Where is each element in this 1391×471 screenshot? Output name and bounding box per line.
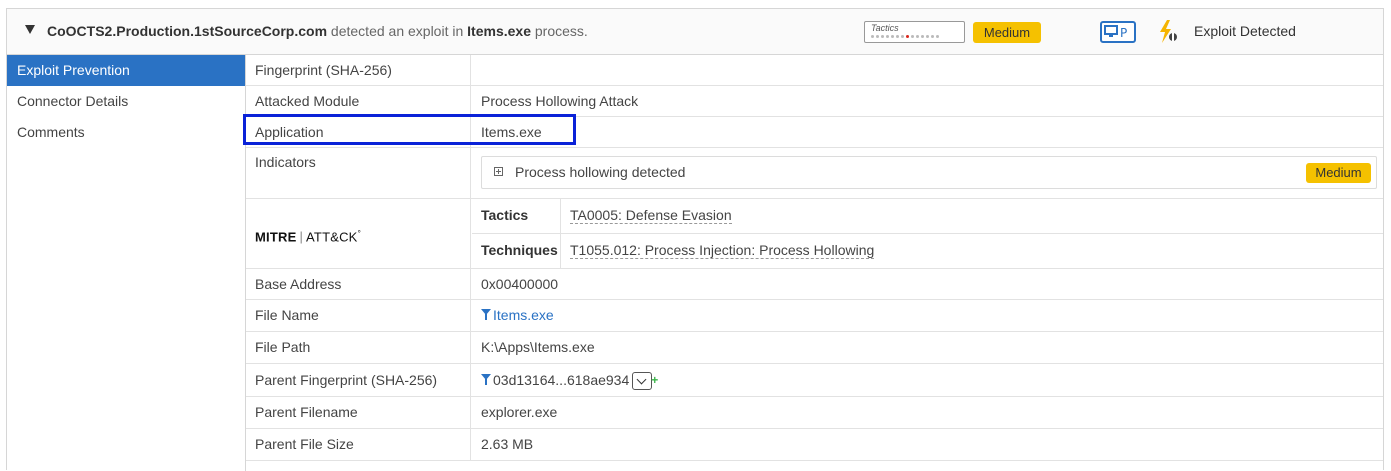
- mitre-tactic-link[interactable]: TA0005: Defense Evasion: [570, 207, 732, 224]
- filter-funnel-icon[interactable]: [481, 309, 491, 321]
- event-panel: CoOCTS2.Production.1stSourceCorp.com det…: [6, 8, 1384, 471]
- row-value: [472, 55, 1383, 85]
- chevron-down-icon: [636, 374, 647, 385]
- event-headline: CoOCTS2.Production.1stSourceCorp.com det…: [47, 23, 588, 39]
- event-type-label: Exploit Detected: [1194, 23, 1296, 39]
- mitre-tactics-row: Tactics TA0005: Defense Evasion: [472, 199, 1383, 234]
- mitre-technique-link[interactable]: T1055.012: Process Injection: Process Ho…: [570, 242, 875, 259]
- row-value: K:\Apps\Items.exe: [481, 339, 595, 355]
- sidebar-item-exploit-prevention[interactable]: Exploit Prevention: [7, 55, 245, 86]
- row-value: Process Hollowing Attack: [481, 93, 639, 109]
- row-value: explorer.exe: [481, 404, 558, 420]
- indicator-severity-badge: Medium: [1306, 163, 1371, 183]
- collapse-caret-icon[interactable]: [25, 25, 35, 34]
- event-header[interactable]: CoOCTS2.Production.1stSourceCorp.com det…: [7, 9, 1383, 55]
- computer-icon[interactable]: P: [1100, 21, 1136, 43]
- file-name-link[interactable]: Items.exe: [493, 307, 554, 323]
- table-row: Attacked Module Process Hollowing Attack: [246, 86, 1383, 117]
- row-key: Parent Filename: [246, 397, 471, 428]
- row-key: Parent File Size: [246, 429, 471, 460]
- row-key: File Name: [246, 300, 471, 331]
- mitre-row: MITRE | ATT&CK° Tactics TA0005: Defense Ev…: [246, 199, 1383, 269]
- indicator-text: Process hollowing detected: [515, 164, 686, 180]
- expand-plus-icon[interactable]: [494, 167, 503, 176]
- row-key: Attacked Module: [246, 86, 471, 116]
- mitre-grid: Tactics TA0005: Defense Evasion Techniqu…: [472, 199, 1383, 268]
- svg-text:P: P: [1120, 26, 1127, 40]
- parent-fingerprint-value[interactable]: 03d13164...618ae934: [493, 372, 629, 388]
- tactics-indicator[interactable]: Tactics: [864, 21, 965, 43]
- row-key: Parent Fingerprint (SHA-256): [246, 364, 471, 396]
- table-row: Parent Fingerprint (SHA-256) 03d13164...…: [246, 364, 1383, 397]
- mitre-techniques-row: Techniques T1055.012: Process Injection:…: [472, 234, 1383, 268]
- mitre-techniques-key: Techniques: [481, 242, 558, 258]
- severity-badge: Medium: [973, 22, 1041, 43]
- exploit-bolt-icon: [1158, 19, 1180, 45]
- table-row: Parent Filename explorer.exe: [246, 397, 1383, 429]
- row-value: 2.63 MB: [481, 436, 534, 452]
- sidebar-item-connector-details[interactable]: Connector Details: [7, 86, 245, 117]
- filter-funnel-icon[interactable]: [481, 374, 491, 386]
- process-name: Items.exe: [467, 23, 531, 39]
- row-key: Fingerprint (SHA-256): [246, 55, 471, 85]
- row-key: Indicators: [246, 148, 471, 198]
- detail-sidebar: Exploit Prevention Connector Details Com…: [7, 55, 245, 471]
- plus-icon: +: [651, 373, 659, 388]
- mitre-tactics-key: Tactics: [481, 207, 529, 223]
- row-key: Base Address: [246, 269, 471, 299]
- application-highlight-box: [243, 114, 576, 145]
- table-row: Base Address 0x00400000: [246, 269, 1383, 300]
- tactics-dots: [871, 35, 939, 38]
- sidebar-item-comments[interactable]: Comments: [7, 117, 245, 148]
- row-value: 0x00400000: [481, 276, 559, 292]
- table-row: Parent File Size 2.63 MB: [246, 429, 1383, 461]
- row-key: File Path: [246, 332, 471, 363]
- fingerprint-menu-button[interactable]: +: [632, 372, 658, 391]
- table-row: Fingerprint (SHA-256): [246, 55, 1383, 86]
- indicator-item[interactable]: Process hollowing detected Medium: [481, 156, 1377, 189]
- mitre-attack-logo: MITRE | ATT&CK°: [255, 229, 361, 245]
- table-row: File Name Items.exe: [246, 300, 1383, 332]
- table-row: Indicators Process hollowing detected Me…: [246, 148, 1383, 199]
- table-row: File Path K:\Apps\Items.exe: [246, 332, 1383, 364]
- host-name[interactable]: CoOCTS2.Production.1stSourceCorp.com: [47, 23, 327, 39]
- row-value: Items.exe: [481, 124, 542, 140]
